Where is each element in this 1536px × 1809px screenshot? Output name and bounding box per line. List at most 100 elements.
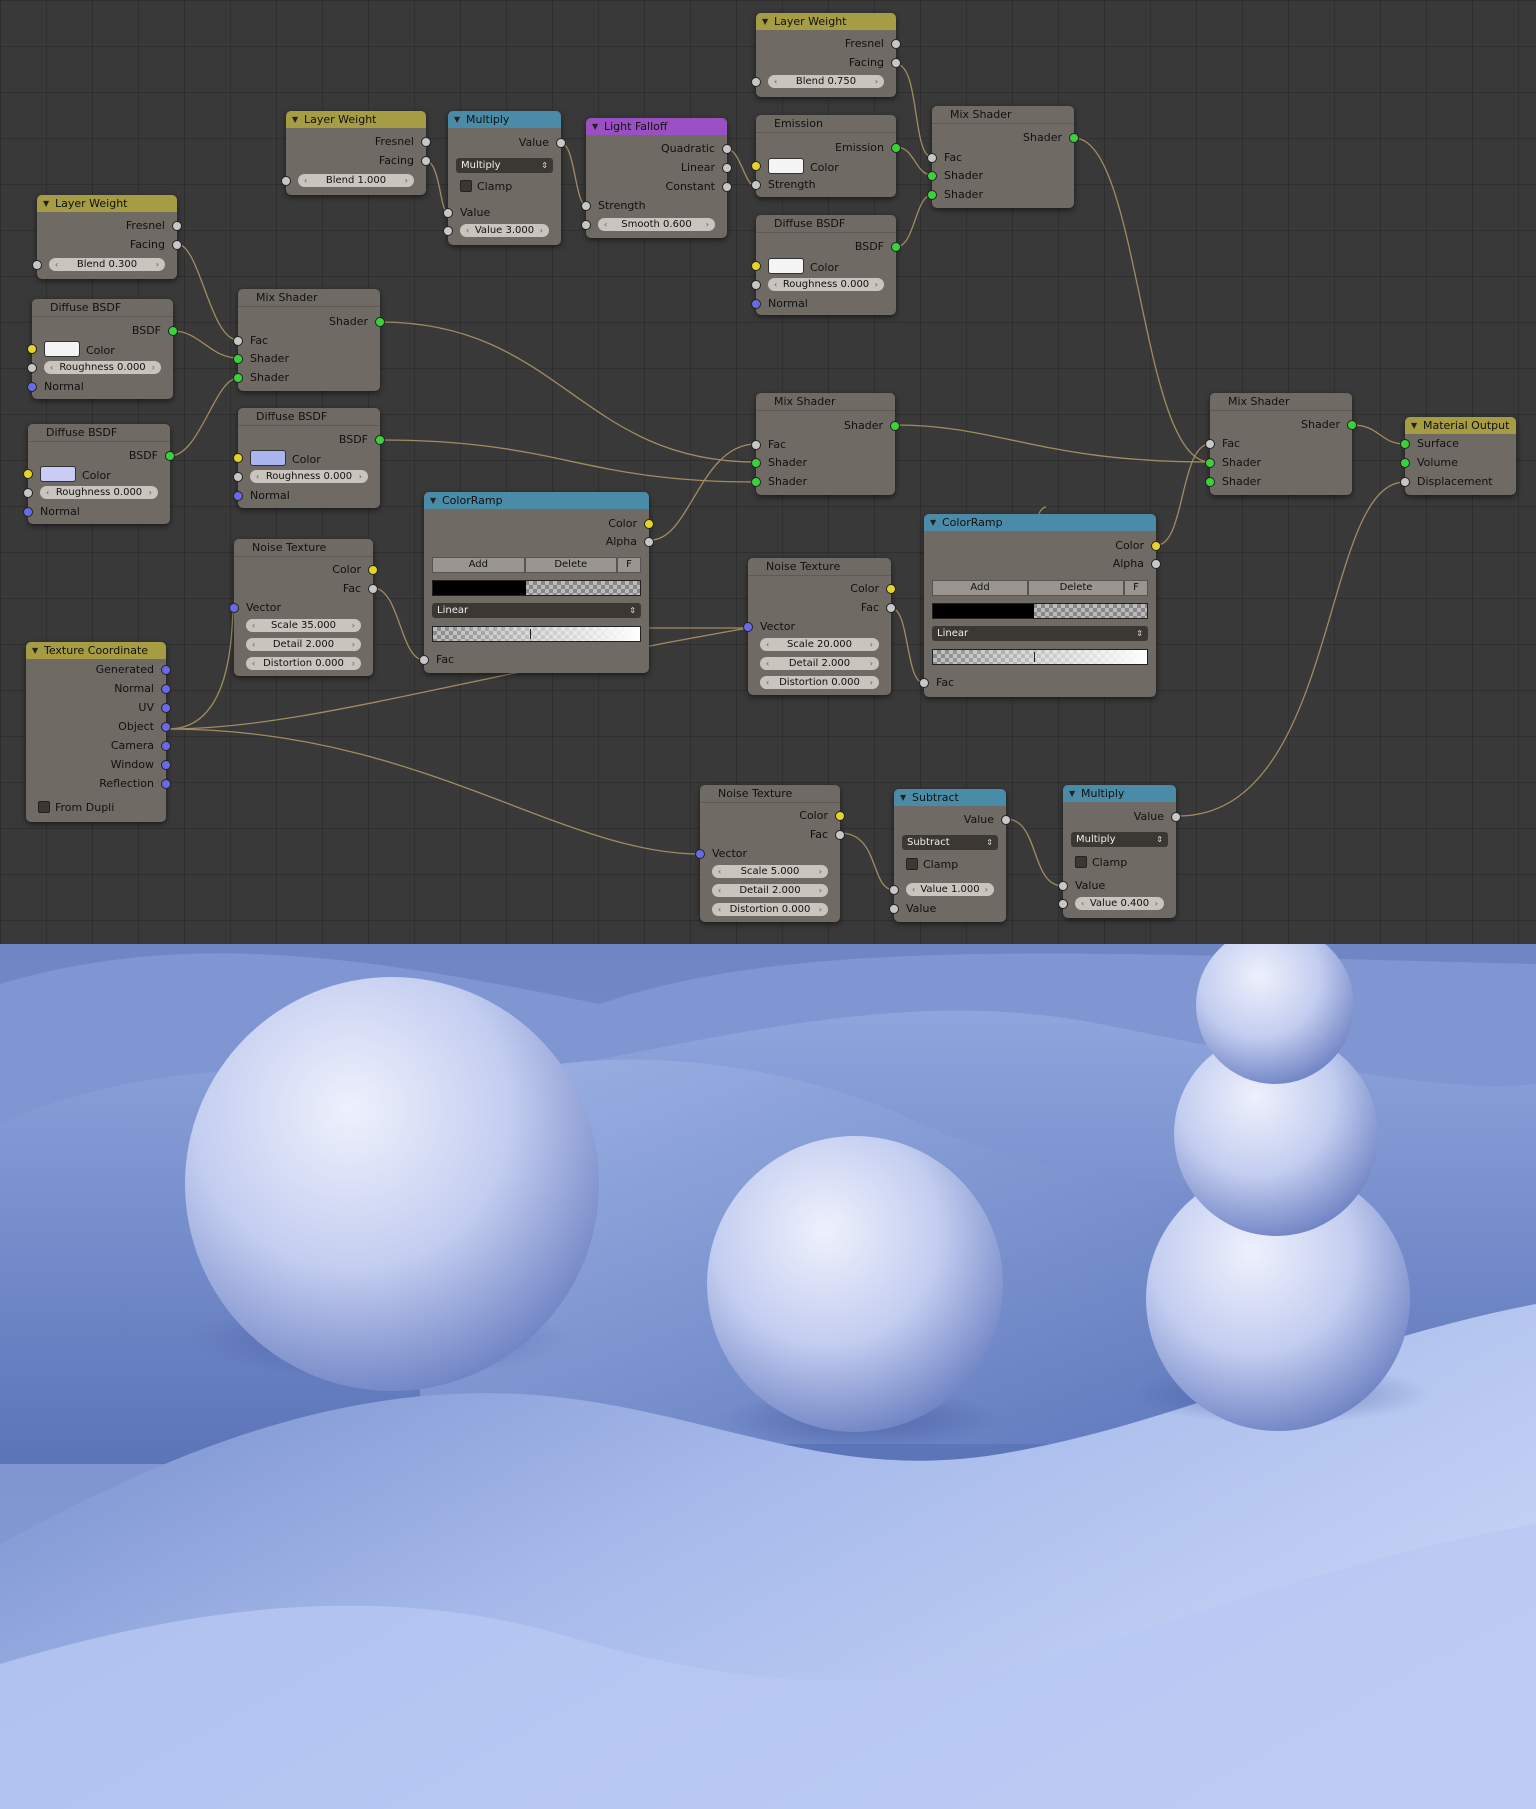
output-socket[interactable]: [1171, 812, 1181, 822]
arrow-left-icon[interactable]: ‹: [774, 278, 777, 291]
arrow-left-icon[interactable]: ‹: [718, 884, 721, 897]
stop-marker[interactable]: [1033, 652, 1035, 662]
blend-field[interactable]: ‹ Blend 0.300 ›: [49, 258, 165, 271]
output-socket[interactable]: [891, 242, 901, 252]
checkbox-icon[interactable]: [1075, 856, 1087, 868]
output-socket[interactable]: [1069, 133, 1079, 143]
output-socket[interactable]: [375, 435, 385, 445]
node-header[interactable]: ▼ Layer Weight: [37, 195, 177, 212]
noise-texture-node-1[interactable]: Noise Texture Color Fac Vector ‹ Scale 35…: [229, 539, 378, 676]
output-socket[interactable]: [421, 137, 431, 147]
input-socket[interactable]: [889, 904, 899, 914]
output-socket[interactable]: [644, 537, 654, 547]
collapse-triangle-icon[interactable]: ▼: [32, 642, 38, 659]
input-socket[interactable]: [751, 180, 761, 190]
input-socket[interactable]: [233, 453, 243, 463]
add-button[interactable]: Add: [432, 557, 525, 573]
input-socket[interactable]: [695, 849, 705, 859]
arrow-left-icon[interactable]: ‹: [774, 75, 777, 88]
input-socket[interactable]: [23, 469, 33, 479]
emission-node[interactable]: Emission Emission Color Strength: [751, 115, 901, 197]
input-socket[interactable]: [27, 363, 37, 373]
node-header[interactable]: Noise Texture: [700, 785, 840, 803]
stop-marker[interactable]: [530, 629, 532, 639]
arrow-left-icon[interactable]: ‹: [766, 657, 769, 670]
smooth-field[interactable]: ‹ Smooth 0.600 ›: [598, 218, 715, 231]
arrow-left-icon[interactable]: ‹: [304, 174, 307, 187]
input-socket[interactable]: [233, 373, 243, 383]
distortion-field[interactable]: ‹ Distortion 0.000 ›: [712, 903, 828, 916]
arrow-left-icon[interactable]: ‹: [466, 224, 469, 237]
clamp-checkbox[interactable]: Clamp: [1063, 855, 1176, 870]
color-ramp-node-1[interactable]: ▼ ColorRamp Color Alpha Add Delete F Line…: [419, 492, 654, 673]
node-header[interactable]: Mix Shader: [932, 106, 1074, 124]
diffuse-bsdf-node-left-2[interactable]: Diffuse BSDF BSDF Color ‹ Roughness 0.000…: [23, 424, 175, 524]
arrow-right-icon[interactable]: ›: [152, 361, 155, 374]
arrow-right-icon[interactable]: ›: [985, 883, 988, 896]
arrow-left-icon[interactable]: ‹: [1081, 897, 1084, 910]
output-socket[interactable]: [722, 144, 732, 154]
blend-field[interactable]: ‹ Blend 1.000 ›: [298, 174, 414, 187]
input-socket[interactable]: [27, 382, 37, 392]
input-socket[interactable]: [927, 153, 937, 163]
noise-texture-node-2[interactable]: Noise Texture Color Fac Vector ‹ Scale 20…: [743, 558, 896, 695]
checkbox-icon[interactable]: [38, 801, 50, 813]
delete-button[interactable]: Delete: [1028, 580, 1124, 596]
detail-field[interactable]: ‹ Detail 2.000 ›: [712, 884, 828, 897]
collapse-triangle-icon[interactable]: ▼: [430, 492, 436, 509]
arrow-right-icon[interactable]: ›: [819, 884, 822, 897]
checkbox-icon[interactable]: [460, 180, 472, 192]
arrow-right-icon[interactable]: ›: [870, 676, 873, 689]
flip-button[interactable]: F: [617, 557, 641, 573]
arrow-right-icon[interactable]: ›: [540, 224, 543, 237]
diffuse-bsdf-node-middle[interactable]: Diffuse BSDF BSDF Color ‹ Roughness 0.000…: [233, 408, 385, 508]
node-header[interactable]: Mix Shader: [756, 393, 895, 411]
node-header[interactable]: Mix Shader: [238, 289, 380, 307]
input-socket[interactable]: [751, 280, 761, 290]
value-field[interactable]: ‹ Value 0.400 ›: [1075, 897, 1164, 910]
diffuse-bsdf-node-top[interactable]: Diffuse BSDF BSDF Color ‹ Roughness 0.000…: [751, 215, 901, 315]
output-socket[interactable]: [891, 143, 901, 153]
scale-field[interactable]: ‹ Scale 20.000 ›: [760, 638, 879, 651]
input-socket[interactable]: [927, 171, 937, 181]
arrow-right-icon[interactable]: ›: [875, 75, 878, 88]
input-socket[interactable]: [919, 678, 929, 688]
math-multiply-node-2[interactable]: ▼ Multiply Value Multiply ⇕ Clamp Value ‹ V…: [1058, 785, 1181, 918]
arrow-left-icon[interactable]: ‹: [55, 258, 58, 271]
output-socket[interactable]: [644, 519, 654, 529]
input-socket[interactable]: [1205, 458, 1215, 468]
texture-coordinate-node[interactable]: ▼ Texture Coordinate Generated Normal UV …: [26, 642, 171, 822]
input-socket[interactable]: [1058, 899, 1068, 909]
gradient-preview[interactable]: [932, 649, 1148, 665]
arrow-right-icon[interactable]: ›: [359, 470, 362, 483]
node-header[interactable]: Noise Texture: [748, 558, 891, 576]
output-socket[interactable]: [1151, 541, 1161, 551]
input-socket[interactable]: [443, 208, 453, 218]
input-socket[interactable]: [1058, 881, 1068, 891]
output-socket[interactable]: [375, 317, 385, 327]
output-socket[interactable]: [556, 138, 566, 148]
output-socket[interactable]: [165, 451, 175, 461]
operation-dropdown[interactable]: Subtract ⇕: [902, 835, 998, 850]
input-socket[interactable]: [32, 260, 42, 270]
input-socket[interactable]: [233, 336, 243, 346]
input-socket[interactable]: [419, 655, 429, 665]
math-subtract-node[interactable]: ▼ Subtract Value Subtract ⇕ Clamp ‹ Value 1…: [889, 789, 1011, 922]
delete-button[interactable]: Delete: [524, 557, 617, 573]
arrow-left-icon[interactable]: ‹: [604, 218, 607, 231]
collapse-triangle-icon[interactable]: ▼: [1411, 417, 1417, 434]
node-header[interactable]: Mix Shader: [1210, 393, 1352, 411]
input-socket[interactable]: [751, 77, 761, 87]
node-header[interactable]: Diffuse BSDF: [28, 424, 170, 442]
roughness-field[interactable]: ‹ Roughness 0.000 ›: [44, 361, 161, 374]
arrow-right-icon[interactable]: ›: [405, 174, 408, 187]
node-header[interactable]: ▼ Light Falloff: [586, 118, 727, 135]
color-ramp-node-2[interactable]: ▼ ColorRamp Color Alpha Add Delete F Line…: [919, 514, 1161, 697]
output-socket[interactable]: [722, 163, 732, 173]
output-socket[interactable]: [368, 584, 378, 594]
output-socket[interactable]: [890, 421, 900, 431]
input-socket[interactable]: [751, 458, 761, 468]
color-stop-bar[interactable]: [432, 580, 641, 596]
collapse-triangle-icon[interactable]: ▼: [930, 514, 936, 531]
distortion-field[interactable]: ‹ Distortion 0.000 ›: [760, 676, 879, 689]
